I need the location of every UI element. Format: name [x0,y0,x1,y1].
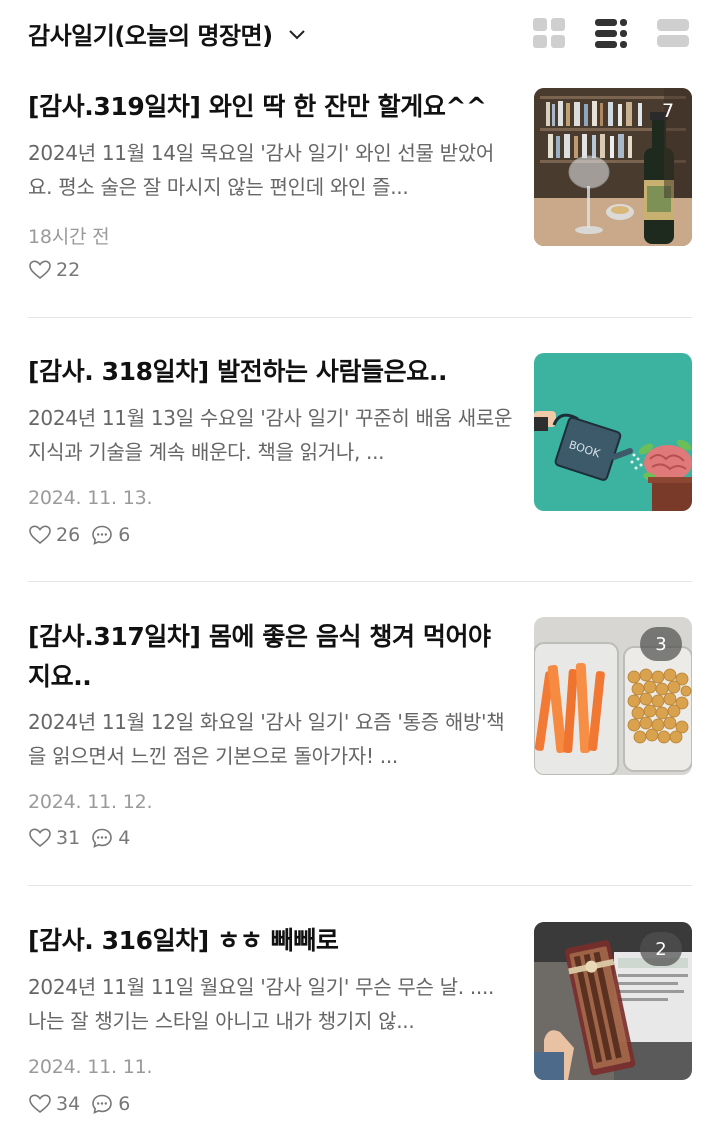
post-title[interactable]: [감사.317일차] 몸에 좋은 음식 챙겨 먹어야지요.. [28,617,508,697]
post-excerpt: 2024년 11월 14일 목요일 '감사 일기' 와인 선물 받았어요. 평소… [28,141,494,199]
post-excerpt: 2024년 11월 13일 수요일 '감사 일기' 꾸준히 배움 새로운 지식과… [28,406,513,464]
post-title[interactable]: [감사. 316일차] ㅎㅎ 빼빼로 [28,922,508,960]
post-title[interactable]: [감사. 318일차] 발전하는 사람들은요.. [28,353,508,391]
post-item[interactable]: [감사.319일차] 와인 딱 한 잔만 할게요^^ 2024년 11월 14일… [28,88,692,298]
heart-icon [29,260,51,280]
post-meta: 34 6 [28,1092,140,1116]
like-count: 34 [56,1093,81,1115]
comment-icon [92,1094,112,1114]
post-thumbnail[interactable]: 2 [534,922,692,1080]
comment-icon [92,525,112,545]
post-meta: 31 4 [28,826,140,850]
comment-count: 6 [118,524,131,546]
post-date: 18시간 전 [28,226,110,248]
post-thumbnail[interactable]: 7 [534,88,692,246]
like-button[interactable]: 31 [28,826,80,850]
like-button[interactable]: 34 [28,1092,80,1116]
heart-icon [29,1094,51,1114]
list-view-icon[interactable] [594,16,628,50]
comment-icon [92,828,112,848]
like-count: 31 [56,827,81,849]
comment-count: 4 [118,827,131,849]
post-divider [28,581,692,582]
post-thumbnail[interactable]: 3 [534,617,692,775]
post-divider [28,885,692,886]
comment-count: 6 [118,1093,131,1115]
comment-button[interactable]: 6 [90,1092,130,1116]
category-dropdown[interactable]: 감사일기(오늘의 명장면) [28,16,307,51]
heart-icon [29,525,51,545]
image-count-badge: 7 [661,100,675,122]
post-excerpt: 2024년 11월 12일 화요일 '감사 일기' 요즘 '통증 해방'책을 읽… [28,710,505,768]
category-title: 감사일기(오늘의 명장면) [28,22,273,50]
post-date: 2024. 11. 11. [28,1056,153,1078]
post-date: 2024. 11. 12. [28,791,153,813]
post-meta: 22 [28,258,90,282]
heart-icon [29,828,51,848]
post-title[interactable]: [감사.319일차] 와인 딱 한 잔만 할게요^^ [28,88,508,126]
like-button[interactable]: 22 [28,258,80,282]
chevron-down-icon [288,29,305,39]
grid-view-icon[interactable] [532,16,566,50]
like-count: 22 [56,259,81,281]
comment-button[interactable]: 6 [90,523,130,547]
post-item[interactable]: [감사. 316일차] ㅎㅎ 빼빼로 2024년 11월 11일 월요일 '감사… [28,922,692,1132]
view-mode-switcher [532,16,690,50]
image-count-badge: 2 [640,932,682,966]
blog-header: 감사일기(오늘의 명장면) [0,0,720,68]
image-count-badge: 3 [640,627,682,661]
like-button[interactable]: 26 [28,523,80,547]
card-view-icon[interactable] [656,16,690,50]
like-count: 26 [56,524,81,546]
post-item[interactable]: [감사.317일차] 몸에 좋은 음식 챙겨 먹어야지요.. 2024년 11월… [28,617,692,862]
comment-button[interactable]: 4 [90,826,130,850]
book-watering-illustration-image: BOOK [534,353,692,511]
post-item[interactable]: [감사. 318일차] 발전하는 사람들은요.. 2024년 11월 13일 수… [28,353,692,563]
post-thumbnail[interactable]: BOOK [534,353,692,511]
post-divider [28,317,692,318]
post-date: 2024. 11. 13. [28,487,153,509]
post-meta: 26 6 [28,523,140,547]
post-excerpt: 2024년 11월 11일 월요일 '감사 일기' 무슨 무슨 날. .... … [28,975,495,1033]
